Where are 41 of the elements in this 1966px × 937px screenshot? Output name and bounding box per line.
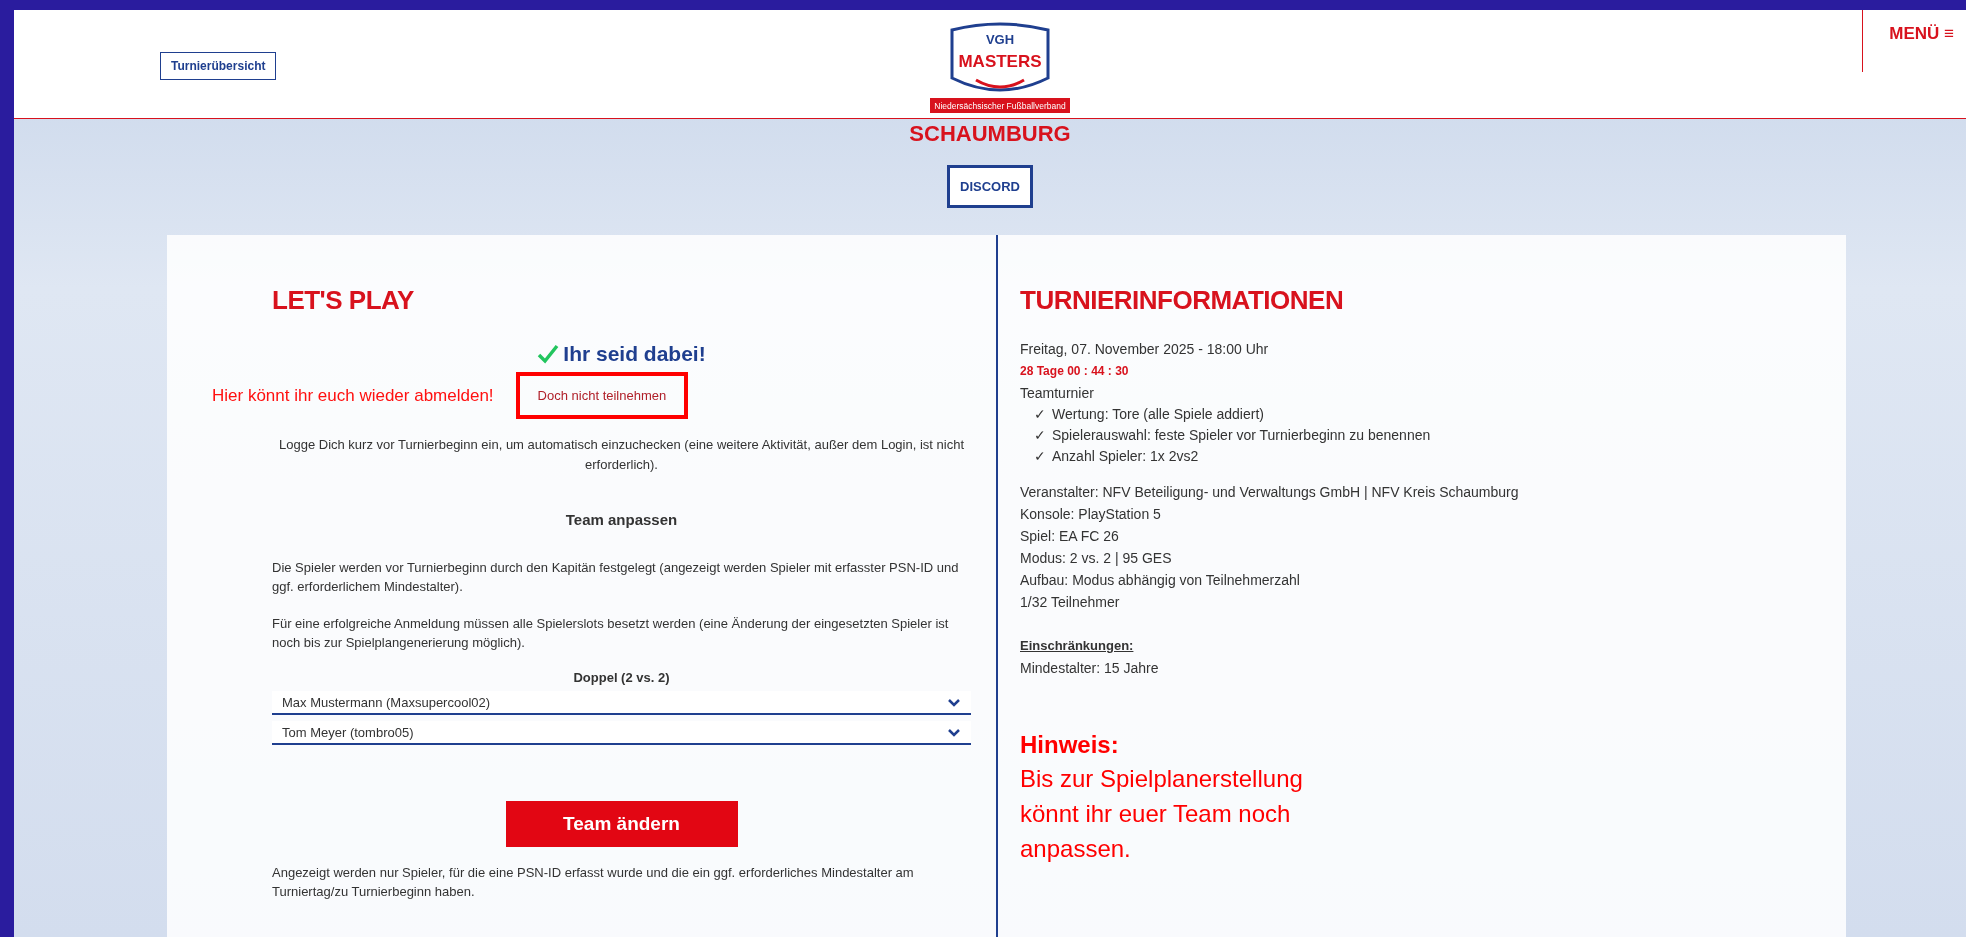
player-select[interactable]: Max Mustermann (Maxsupercool02) xyxy=(272,691,971,715)
menu-button[interactable]: MENÜ ≡ xyxy=(1889,24,1954,44)
check-mark: ✓ xyxy=(1034,405,1046,424)
withdraw-link[interactable]: Doch nicht teilnehmen xyxy=(515,372,689,419)
chevron-down-icon xyxy=(947,727,961,737)
annotation-text: Hier könnt ihr euch wieder abmelden! xyxy=(212,385,494,406)
footnote-text: Angezeigt werden nur Spieler, für die eine PSN-ID erfasst wurde und die ein ggf. erforderliches Mindestalter am Turniertag/zu Turnierbeginn haben. xyxy=(272,864,915,901)
detail-text: Veranstalter: NFV Beteiligung- und Verwaltungs GmbH | NFV Kreis Schaumburg xyxy=(1020,483,1520,502)
chevron-down-icon xyxy=(947,697,961,707)
feature-text: Spielerauswahl: feste Spieler vor Turnierbeginn zu benennen xyxy=(1052,426,1431,445)
overview-button[interactable]: Turnierübersicht xyxy=(160,52,277,80)
feature-text: Wertung: Tore (alle Spiele addiert) xyxy=(1052,405,1264,424)
logo-drawing: VGH MASTERS Niedersächsischer Fußballverband xyxy=(930,22,1070,114)
info-paragraph: Für eine erfolgreiche Anmeldung müssen alle Spielerslots besetzt werden (eine Änderung der eingesetzten Spieler ist noch bis zur Spielplangenerierung möglich). xyxy=(272,615,950,652)
detail-text: Konsole: PlayStation 5 xyxy=(1020,505,1162,524)
team-change-button[interactable]: Team ändern xyxy=(505,801,738,847)
countdown-text: 28 Tage 00 : 44 : 30 xyxy=(1020,363,1130,380)
hint-title: Hinweis: xyxy=(1020,731,1120,759)
date-text: Freitag, 07. November 2025 - 18:00 Uhr xyxy=(1020,340,1270,359)
section-title: TURNIERINFORMATIONEN xyxy=(1020,285,1345,316)
feature-text: Anzahl Spieler: 1x 2vs2 xyxy=(1052,447,1199,466)
region-title: SCHAUMBURG xyxy=(909,121,1071,147)
detail-text: Aufbau: Modus abhängig von Teilnehmerzahl xyxy=(1020,571,1301,590)
status-text: Ihr seid dabei! xyxy=(563,342,706,366)
restrictions-heading: Einschränkungen: xyxy=(1020,637,1135,655)
hint-text: Bis zur Spielplanerstellung könnt ihr euer Team noch anpassen. xyxy=(1020,764,1304,864)
check-mark: ✓ xyxy=(1034,447,1046,466)
detail-text: 1/32 Teilnehmer xyxy=(1020,593,1121,612)
check-mark: ✓ xyxy=(1034,426,1046,445)
detail-text: Modus: 2 vs. 2 | 95 GES xyxy=(1020,549,1173,568)
type-text: Teamturnier xyxy=(1020,384,1095,403)
player-select[interactable]: Tom Meyer (tombro05) xyxy=(272,721,971,745)
detail-text: Spiel: EA FC 26 xyxy=(1020,527,1120,546)
section-title: LET'S PLAY xyxy=(272,285,415,316)
check-icon xyxy=(537,344,560,364)
restriction-text: Mindestalter: 15 Jahre xyxy=(1020,659,1160,678)
info-paragraph: Die Spieler werden vor Turnierbeginn durch den Kapitän festgelegt (angezeigt werden Spieler mit erfasster PSN-ID und ggf. erforderlichem Mindestalter). xyxy=(272,559,960,596)
team-heading: Team anpassen xyxy=(565,511,678,528)
discord-button[interactable]: DISCORD xyxy=(947,165,1033,208)
slot-label: Doppel (2 vs. 2) xyxy=(573,670,670,685)
checkin-note: Logge Dich kurz vor Turnierbeginn ein, um automatisch einzuchecken (eine weitere Aktivität, außer dem Login, ist nicht erforderlich). xyxy=(278,436,965,474)
